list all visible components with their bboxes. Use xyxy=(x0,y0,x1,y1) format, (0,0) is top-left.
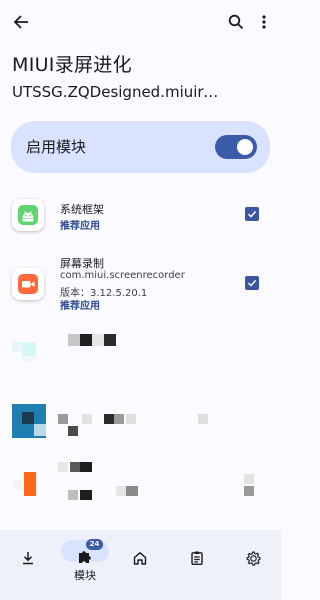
app-checkbox[interactable] xyxy=(245,207,259,221)
recommended-tag: 推荐应用 xyxy=(60,301,100,312)
enable-module-label: 启用模块 xyxy=(26,138,87,156)
scope-app-row-system-framework[interactable]: 系统框架 推荐应用 xyxy=(0,195,281,237)
recommended-tag: 推荐应用 xyxy=(60,221,100,232)
clipboard-icon[interactable] xyxy=(177,538,217,578)
enable-module-card[interactable]: 启用模块 xyxy=(11,121,270,173)
app-name: 屏幕录制 xyxy=(60,257,104,270)
android-robot-icon xyxy=(12,199,44,231)
app-package: com.miui.screenrecorder xyxy=(60,270,185,281)
app-name: 系统框架 xyxy=(60,203,104,216)
scope-app-row-screen-recorder[interactable]: 屏幕录制 com.miui.screenrecorder 版本：3.12.5.2… xyxy=(0,252,281,314)
video-camera-icon xyxy=(12,268,44,300)
more-vert-icon[interactable] xyxy=(254,10,274,34)
enable-module-switch[interactable] xyxy=(215,135,257,159)
nav-label-modules[interactable]: 模块 xyxy=(60,567,110,583)
module-title: MIUI录屏进化 xyxy=(12,54,132,76)
switch-knob xyxy=(237,139,253,155)
download-icon[interactable] xyxy=(8,538,48,578)
top-app-bar xyxy=(0,0,281,46)
module-package-name: UTSSG.ZQDesigned.miuirec... xyxy=(12,83,220,101)
arrow-left-icon[interactable] xyxy=(9,10,33,34)
search-icon[interactable] xyxy=(224,10,248,34)
settings-icon[interactable] xyxy=(233,538,273,578)
module-count-badge: 24 xyxy=(86,539,103,550)
app-checkbox[interactable] xyxy=(245,276,259,290)
home-icon[interactable] xyxy=(120,538,160,578)
bottom-navigation-bar: 24 模块 xyxy=(0,530,281,600)
